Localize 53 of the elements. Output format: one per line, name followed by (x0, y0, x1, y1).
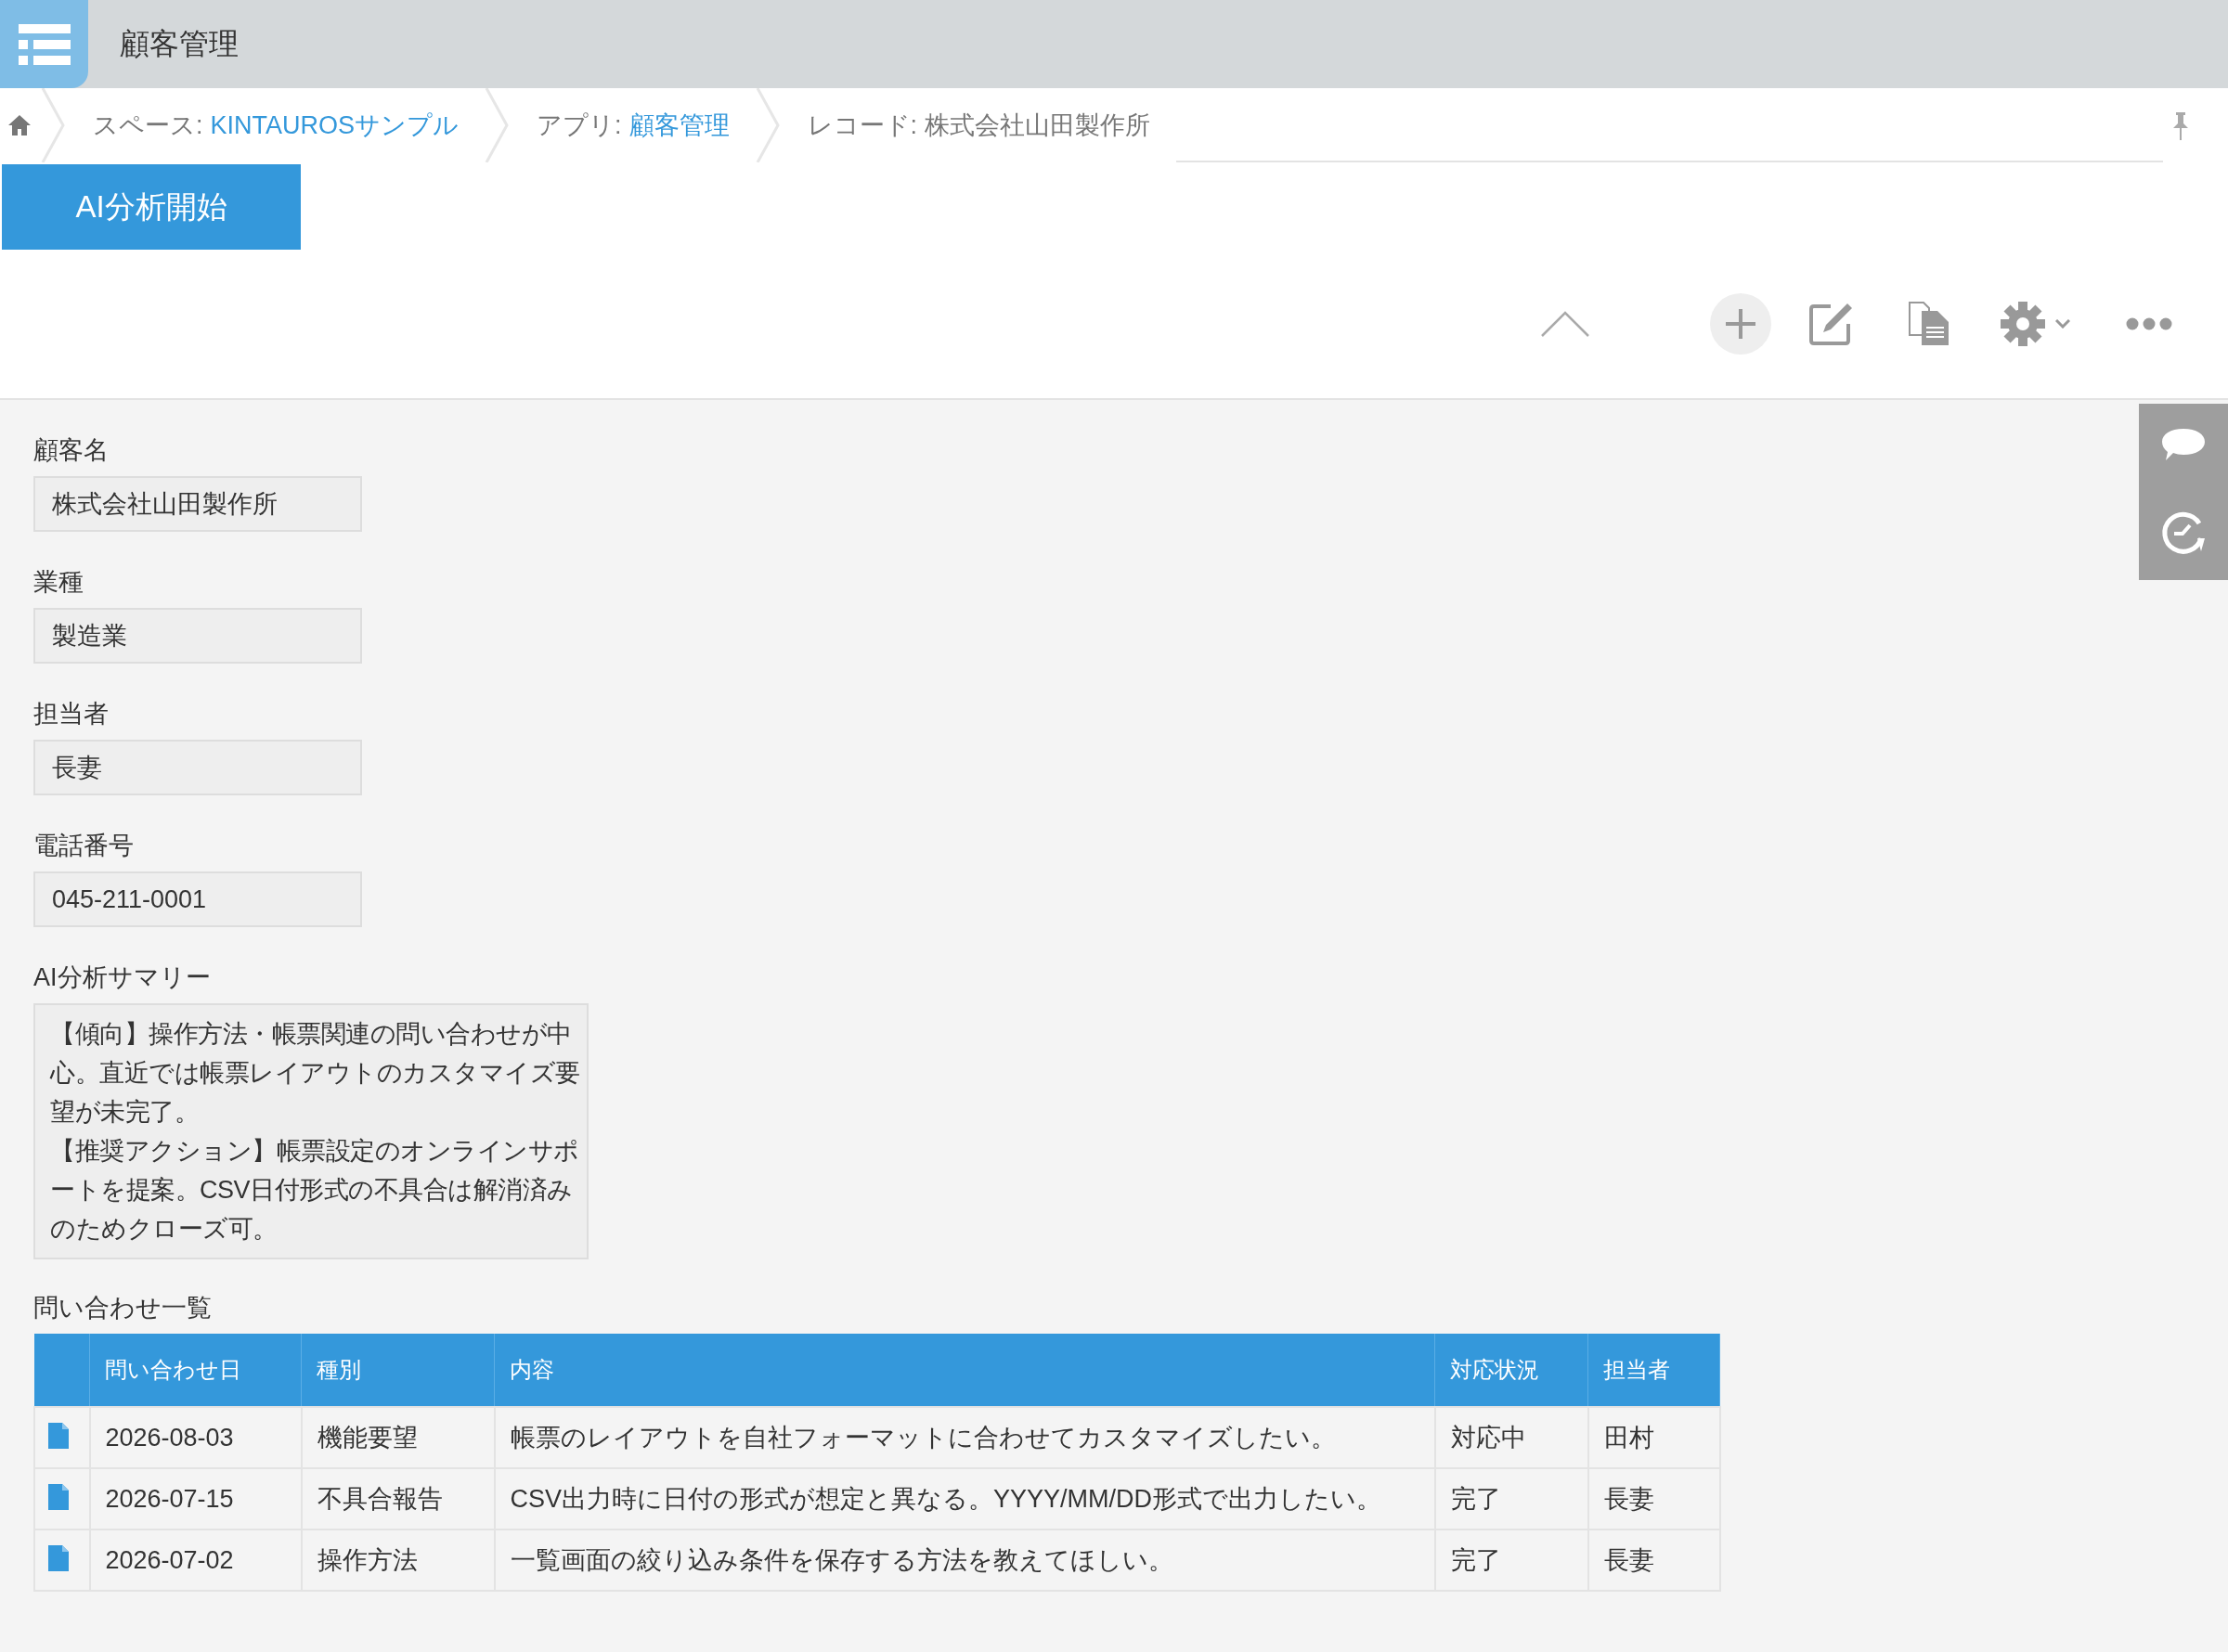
edit-icon[interactable] (1808, 302, 1853, 346)
table-cell: 一覧画面の絞り込み条件を保存する方法を教えてほしい。 (494, 1529, 1435, 1591)
plus-icon (1725, 308, 1756, 340)
field-value: 長妻 (33, 740, 362, 795)
column-header: 担当者 (1587, 1334, 1720, 1407)
settings-icon[interactable] (2000, 301, 2046, 347)
column-header: 問い合わせ日 (89, 1334, 302, 1407)
pin-icon[interactable] (2172, 112, 2189, 140)
field-value: 株式会社山田製作所 (33, 476, 362, 532)
column-header: 内容 (494, 1334, 1435, 1407)
table-cell: 長妻 (1587, 1529, 1720, 1591)
table-cell: 完了 (1434, 1468, 1588, 1529)
app-list-icon[interactable] (0, 0, 88, 88)
ai-analysis-button[interactable]: AI分析開始 (2, 164, 301, 250)
breadcrumb-label: スペース: (93, 110, 203, 141)
summary-paragraph: 【傾向】操作方法・帳票関連の問い合わせが中心。直近では帳票レイアウトのカスタマイズ要望が未完了。 (50, 1019, 581, 1128)
field-label: 電話番号 (33, 831, 135, 861)
table-cell: 帳票のレイアウトを自社フォーマットに合わせてカスタマイズしたい。 (494, 1407, 1435, 1468)
column-header: 対応状況 (1434, 1334, 1588, 1407)
table-cell: 完了 (1434, 1529, 1588, 1591)
table-cell: 2026-07-02 (89, 1529, 302, 1591)
table-cell: 田村 (1587, 1407, 1720, 1468)
caret-icon[interactable] (2055, 319, 2070, 329)
chevron-up-icon[interactable] (1541, 311, 1589, 337)
breadcrumb-link[interactable]: KINTAUROSサンプル (210, 109, 460, 142)
table-cell: 機能要望 (301, 1407, 495, 1468)
breadcrumb-link[interactable]: 顧客管理 (628, 109, 730, 142)
field-label: 業種 (33, 567, 84, 598)
document-icon[interactable] (48, 1545, 69, 1571)
more-icon[interactable] (2126, 317, 2172, 330)
app-title: 顧客管理 (120, 25, 239, 62)
field-label: 担当者 (33, 699, 110, 729)
summary-paragraph: 【推奨アクション】帳票設定のオンラインサポートを提案。CSV日付形式の不具合は解消済みのためクローズ可。 (50, 1136, 580, 1245)
breadcrumb-current: レコード: 株式会社山田製作所 (807, 110, 1150, 141)
table-cell: CSV出力時に日付の形式が想定と異なる。YYYY/MM/DD形式で出力したい。 (494, 1468, 1435, 1529)
table-title: 問い合わせ一覧 (33, 1293, 213, 1323)
field-value: 製造業 (33, 608, 362, 664)
field-label: 顧客名 (33, 435, 110, 466)
document-icon[interactable] (48, 1484, 69, 1510)
field-value: 045-211-0001 (33, 871, 362, 927)
copy-document-icon[interactable] (1909, 302, 1950, 346)
home-icon[interactable] (7, 114, 32, 136)
table-cell: 対応中 (1434, 1407, 1588, 1468)
table-cell: 2026-08-03 (89, 1407, 302, 1468)
table-cell: 不具合報告 (301, 1468, 495, 1529)
table-cell: 2026-07-15 (89, 1468, 302, 1529)
table-cell: 操作方法 (301, 1529, 495, 1591)
column-header: 種別 (301, 1334, 495, 1407)
table-cell: 長妻 (1587, 1468, 1720, 1529)
history-icon[interactable] (2160, 510, 2207, 557)
breadcrumb-label: アプリ: (537, 110, 622, 141)
field-label: AI分析サマリー (33, 962, 212, 993)
document-icon[interactable] (48, 1423, 69, 1449)
